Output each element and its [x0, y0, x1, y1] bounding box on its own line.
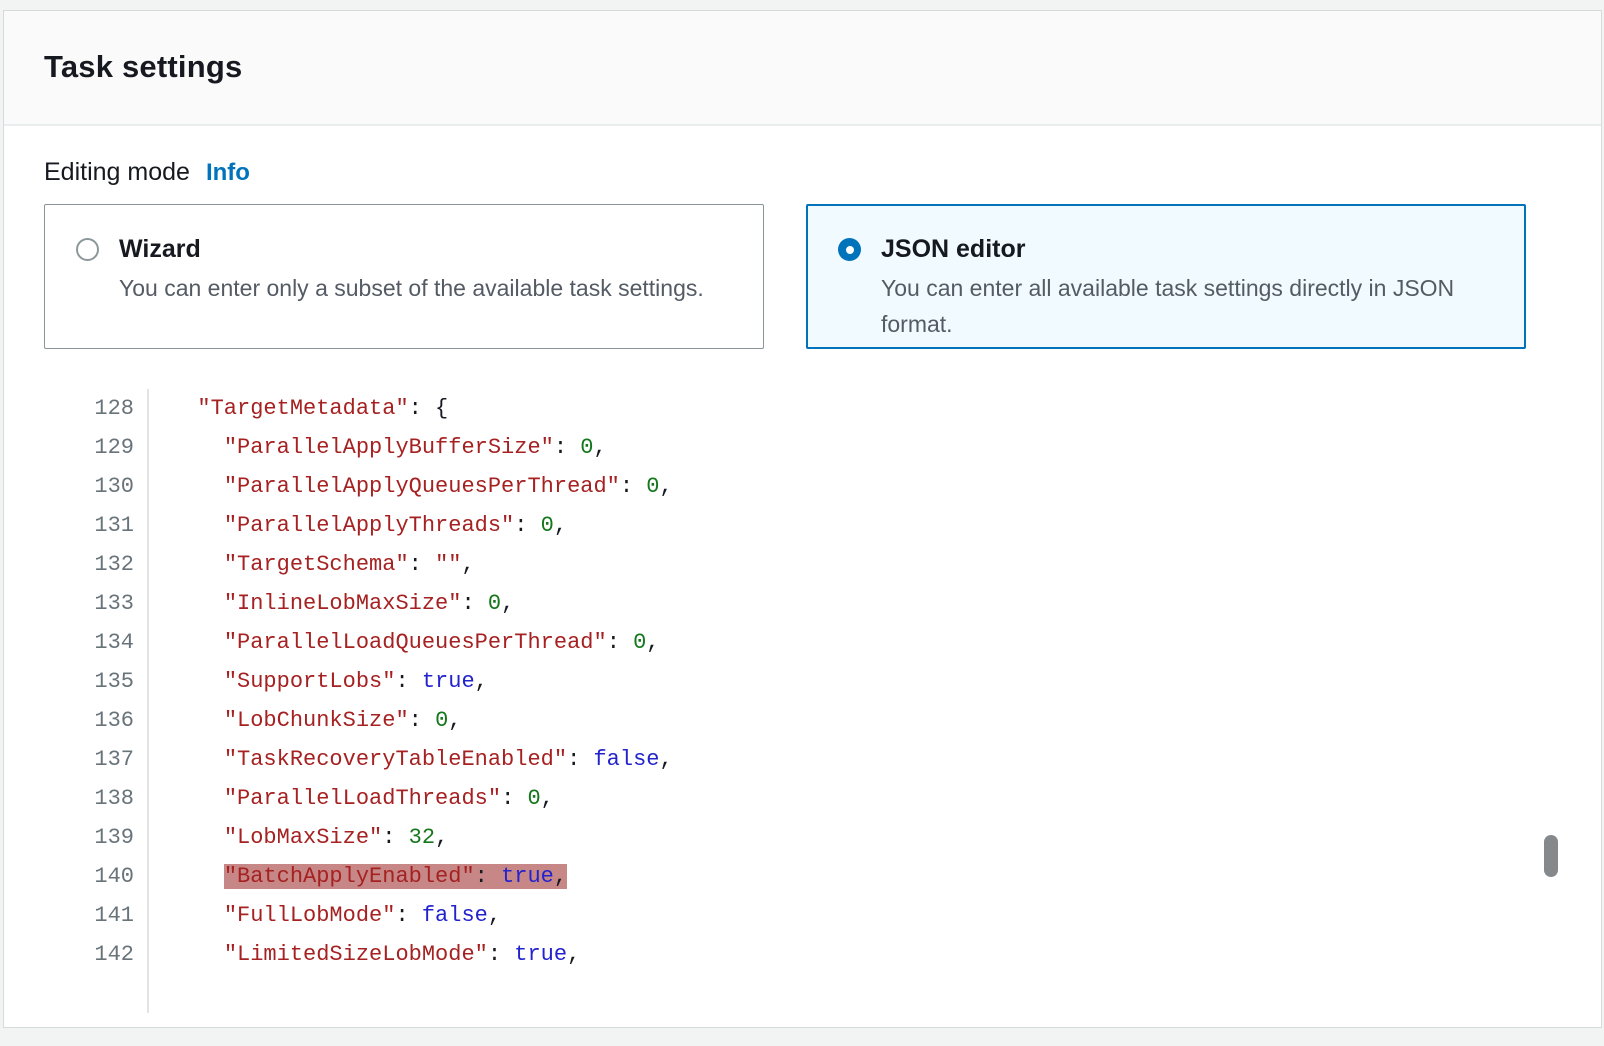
line-number: 133 — [44, 584, 149, 623]
json-editor-tile-content: JSON editor You can enter all available … — [881, 231, 1481, 342]
line-number: 134 — [44, 623, 149, 662]
code-line: 133 "InlineLobMaxSize": 0, — [44, 584, 1526, 623]
line-number: 140 — [44, 857, 149, 896]
panel-body: Editing mode Info Wizard You can enter on… — [4, 126, 1601, 1013]
wizard-radio-icon[interactable] — [76, 238, 99, 261]
vertical-scrollbar-thumb[interactable] — [1544, 835, 1558, 877]
code-text: "LimitedSizeLobMode": true, — [149, 935, 580, 974]
code-line: 132 "TargetSchema": "", — [44, 545, 1526, 584]
page-title: Task settings — [44, 49, 1601, 85]
line-number: 129 — [44, 428, 149, 467]
task-settings-panel: Task settings Editing mode Info Wizard Yo… — [3, 10, 1602, 1028]
code-line: 137 "TaskRecoveryTableEnabled": false, — [44, 740, 1526, 779]
code-line: 139 "LobMaxSize": 32, — [44, 818, 1526, 857]
code-text: "ParallelLoadQueuesPerThread": 0, — [149, 623, 660, 662]
wizard-tile[interactable]: Wizard You can enter only a subset of th… — [44, 204, 764, 349]
code-text: "TargetSchema": "", — [149, 545, 475, 584]
json-editor-tile-title: JSON editor — [881, 231, 1481, 268]
json-editor-radio-icon[interactable] — [838, 238, 861, 261]
code-text: "ParallelApplyQueuesPerThread": 0, — [149, 467, 673, 506]
code-text: "TaskRecoveryTableEnabled": false, — [149, 740, 673, 779]
code-line: 142 "LimitedSizeLobMode": true, — [44, 935, 1526, 974]
code-line — [44, 974, 1526, 1013]
code-text: "SupportLobs": true, — [149, 662, 488, 701]
line-number: 141 — [44, 896, 149, 935]
json-editor-code-area[interactable]: 128 "TargetMetadata": {129 "ParallelAppl… — [44, 389, 1526, 1013]
code-line: 129 "ParallelApplyBufferSize": 0, — [44, 428, 1526, 467]
code-line: 136 "LobChunkSize": 0, — [44, 701, 1526, 740]
editing-mode-tiles: Wizard You can enter only a subset of th… — [44, 204, 1526, 349]
code-text: "FullLobMode": false, — [149, 896, 501, 935]
line-number: 135 — [44, 662, 149, 701]
line-number: 139 — [44, 818, 149, 857]
code-line: 140 "BatchApplyEnabled": true, — [44, 857, 1526, 896]
wizard-tile-content: Wizard You can enter only a subset of th… — [119, 231, 704, 306]
code-text: "TargetMetadata": { — [149, 389, 448, 428]
line-number: 132 — [44, 545, 149, 584]
wizard-tile-description: You can enter only a subset of the avail… — [119, 270, 704, 306]
code-text: "BatchApplyEnabled": true, — [149, 857, 567, 896]
line-number: 137 — [44, 740, 149, 779]
json-editor-tile[interactable]: JSON editor You can enter all available … — [806, 204, 1526, 349]
code-line: 134 "ParallelLoadQueuesPerThread": 0, — [44, 623, 1526, 662]
line-number: 128 — [44, 389, 149, 428]
code-text: "ParallelApplyThreads": 0, — [149, 506, 567, 545]
code-line: 135 "SupportLobs": true, — [44, 662, 1526, 701]
line-number: 136 — [44, 701, 149, 740]
code-text: "ParallelApplyBufferSize": 0, — [149, 428, 607, 467]
editing-mode-row: Editing mode Info — [44, 158, 1526, 187]
code-text: "InlineLobMaxSize": 0, — [149, 584, 514, 623]
code-line: 141 "FullLobMode": false, — [44, 896, 1526, 935]
code-text — [149, 974, 171, 1013]
code-line: 138 "ParallelLoadThreads": 0, — [44, 779, 1526, 818]
line-number: 130 — [44, 467, 149, 506]
panel-header: Task settings — [4, 11, 1601, 126]
code-line: 128 "TargetMetadata": { — [44, 389, 1526, 428]
code-text: "ParallelLoadThreads": 0, — [149, 779, 554, 818]
line-number: 131 — [44, 506, 149, 545]
code-text: "LobChunkSize": 0, — [149, 701, 461, 740]
line-number — [44, 974, 149, 1013]
code-line: 130 "ParallelApplyQueuesPerThread": 0, — [44, 467, 1526, 506]
info-link[interactable]: Info — [206, 159, 250, 186]
editing-mode-label: Editing mode — [44, 158, 190, 186]
wizard-tile-title: Wizard — [119, 231, 704, 268]
json-editor-tile-description: You can enter all available task setting… — [881, 270, 1481, 342]
line-number: 138 — [44, 779, 149, 818]
code-line: 131 "ParallelApplyThreads": 0, — [44, 506, 1526, 545]
code-text: "LobMaxSize": 32, — [149, 818, 448, 857]
line-number: 142 — [44, 935, 149, 974]
